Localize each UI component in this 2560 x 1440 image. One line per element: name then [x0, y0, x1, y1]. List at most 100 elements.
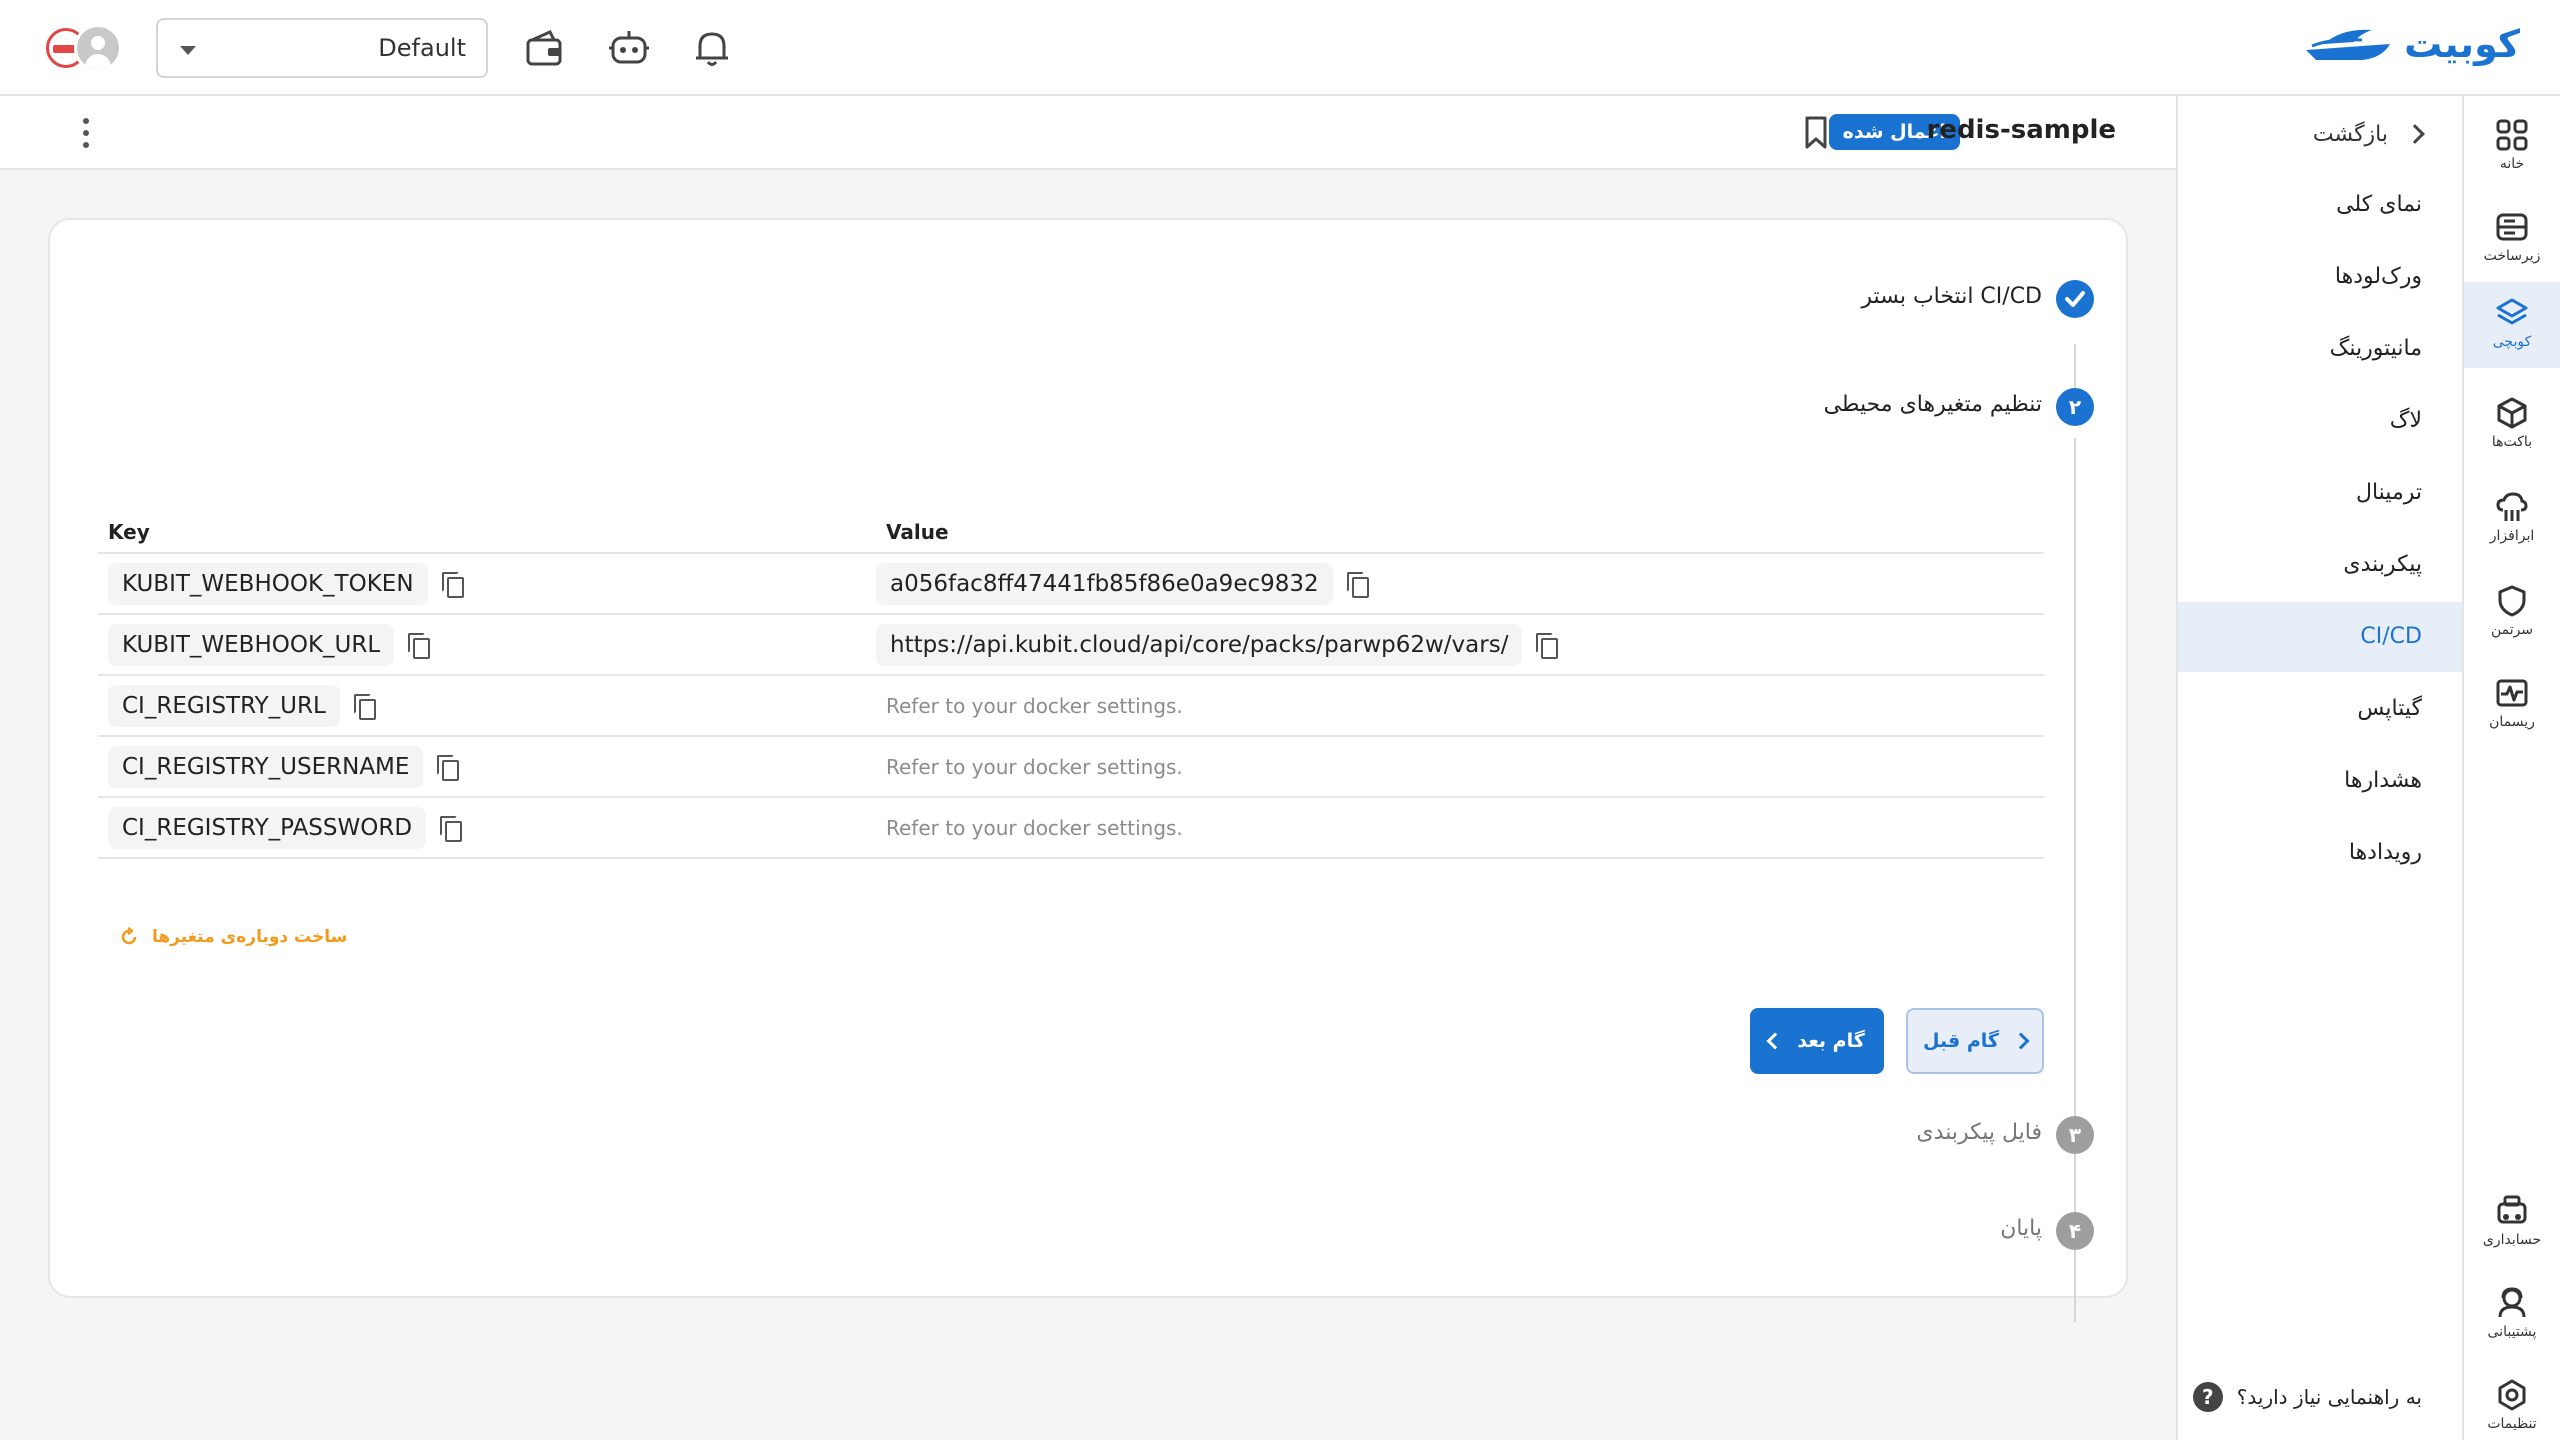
copy-icon[interactable] [437, 755, 460, 781]
rail-item-infrastructure[interactable]: زیرساخت [2464, 196, 2560, 282]
server-icon [2496, 213, 2528, 241]
table-row: CI_REGISTRY_PASSWORD Refer to your docke… [98, 798, 2044, 859]
value-column-header: Value [886, 520, 949, 544]
logo-text: کوبیت [2404, 22, 2520, 66]
var-value-hint: Refer to your docker settings. [886, 694, 1183, 718]
menu-item-alerts[interactable]: هشدارها [2178, 746, 2462, 816]
rail-item-cloudapp[interactable]: ابرافزار [2464, 476, 2560, 562]
var-value: https://api.kubit.cloud/api/core/packs/p… [876, 624, 1523, 666]
workspace-select[interactable]: Default [156, 18, 488, 78]
user-avatar[interactable] [46, 24, 122, 72]
settings-icon [2498, 1379, 2526, 1411]
kubit-logo[interactable]: کوبیت [2302, 22, 2520, 66]
rail-item-settings[interactable]: تنظیمات [2464, 1364, 2560, 1440]
rail-label: کوبچی [2492, 334, 2532, 350]
step-2-label[interactable]: تنظیم متغیرهای محیطی [1824, 392, 2042, 417]
rail-item-support[interactable]: پشتیبانی [2464, 1272, 2560, 1358]
menu-item-gitops[interactable]: گیتاپس [2178, 674, 2462, 744]
app-title: redis-sample [1926, 115, 2116, 145]
back-button[interactable]: بازگشت [2312, 114, 2425, 154]
cube-icon [2497, 397, 2527, 429]
step-3-number: ۳ [2056, 1116, 2094, 1154]
menu-item-logs[interactable]: لاگ [2178, 386, 2462, 456]
chevron-left-icon [1766, 1032, 1784, 1050]
chevron-down-icon [180, 46, 196, 55]
menu-item-overview[interactable]: نمای کلی [2178, 170, 2462, 240]
menu-item-terminal[interactable]: ترمینال [2178, 458, 2462, 528]
pulse-icon [2496, 679, 2528, 707]
rail-item-billing[interactable]: حسابداری [2464, 1180, 2560, 1266]
rail-label: حسابداری [2482, 1232, 2542, 1248]
var-key: CI_REGISTRY_URL [108, 685, 340, 727]
key-column-header: Key [108, 520, 150, 544]
billing-icon [2497, 1195, 2527, 1224]
rail-item-sartaman[interactable]: سرتمن [2464, 570, 2560, 656]
stepper-line [2074, 1164, 2076, 1206]
step-4-label[interactable]: پایان [2000, 1216, 2042, 1241]
menu-item-monitoring[interactable]: مانیتورینگ [2178, 314, 2462, 384]
copy-icon[interactable] [441, 572, 464, 598]
rail-item-risman[interactable]: ریسمان [2464, 662, 2560, 748]
home-grid-icon [2496, 119, 2528, 151]
help-label: به راهنمایی نیاز دارید؟ [2236, 1385, 2422, 1409]
rail-label: ریسمان [2489, 714, 2535, 730]
support-icon [2498, 1287, 2526, 1318]
app-header: اعمال شده redis-sample [0, 96, 2176, 170]
rail-label: تنظیمات [2487, 1416, 2537, 1432]
table-row: KUBIT_WEBHOOK_TOKEN a056fac8ff47441fb85f… [98, 554, 2044, 615]
rail-item-home[interactable]: خانه [2464, 104, 2560, 190]
prev-step-label: گام قبل [1923, 1030, 1999, 1052]
rail-label: باکت‌ها [2491, 434, 2533, 450]
step-3-label[interactable]: فایل پیکربندی [1916, 1120, 2042, 1145]
menu-item-cicd[interactable]: CI/CD [2178, 602, 2462, 672]
wallet-icon[interactable] [522, 26, 566, 70]
avatar-icon [74, 24, 122, 72]
chevron-right-icon [2012, 1032, 2030, 1050]
prev-step-button[interactable]: گام قبل [1906, 1008, 2044, 1074]
robot-icon[interactable] [607, 26, 651, 70]
table-header: Key Value [98, 510, 2044, 554]
copy-icon[interactable] [1536, 633, 1559, 659]
more-vertical-icon[interactable] [74, 116, 98, 150]
rail-label: ابرافزار [2489, 528, 2535, 544]
menu-item-configuration[interactable]: پیکربندی [2178, 530, 2462, 600]
chevron-right-icon [2405, 124, 2425, 144]
copy-icon[interactable] [353, 694, 376, 720]
copy-icon[interactable] [440, 816, 463, 842]
help-link[interactable]: ? به راهنمایی نیاز دارید؟ [2192, 1382, 2422, 1412]
rail-label: خانه [2499, 156, 2525, 172]
var-value: a056fac8ff47441fb85f86e0a9ec9832 [876, 563, 1333, 605]
bell-icon[interactable] [690, 26, 734, 70]
rail-item-kubchi[interactable]: کوبچی [2464, 282, 2560, 368]
workspace-value: Default [378, 34, 466, 62]
regenerate-vars-button[interactable]: ساخت دوباره‌ی متغیرها [118, 926, 347, 948]
bookmark-icon[interactable] [1802, 115, 1830, 151]
menu-item-workloads[interactable]: ورک‌لودها [2178, 242, 2462, 312]
cicd-wizard-card: انتخاب بستر CI/CD ۲ تنظیم متغیرهای محیطی… [48, 218, 2128, 1322]
cloud-app-icon [2496, 492, 2528, 521]
next-step-button[interactable]: گام بعد [1750, 1008, 1884, 1074]
stepper-line [2074, 344, 2076, 388]
env-vars-table: Key Value KUBIT_WEBHOOK_TOKEN a056fac8ff… [98, 510, 2044, 859]
rail-item-buckets[interactable]: باکت‌ها [2464, 382, 2560, 468]
step-4-number: ۴ [2056, 1212, 2094, 1250]
var-value-hint: Refer to your docker settings. [886, 816, 1183, 840]
back-label: بازگشت [2312, 121, 2388, 147]
icon-rail: خانه زیرساخت کوبچی باکت‌ها ابرافزار [2462, 96, 2560, 1440]
table-row: KUBIT_WEBHOOK_URL https://api.kubit.clou… [98, 615, 2044, 676]
step-done-check-icon [2056, 280, 2094, 318]
table-row: CI_REGISTRY_USERNAME Refer to your docke… [98, 737, 2044, 798]
menu-item-events[interactable]: رویدادها [2178, 818, 2462, 888]
regenerate-label: ساخت دوباره‌ی متغیرها [152, 927, 348, 947]
var-key: CI_REGISTRY_USERNAME [108, 746, 424, 788]
copy-icon[interactable] [408, 633, 431, 659]
rail-label: پشتیبانی [2487, 1324, 2537, 1340]
copy-icon[interactable] [1346, 572, 1369, 598]
step-1-label[interactable]: انتخاب بستر CI/CD [1861, 284, 2042, 309]
var-key: KUBIT_WEBHOOK_TOKEN [108, 563, 428, 605]
side-menu: بازگشت نمای کلی ورک‌لودها مانیتورینگ لاگ… [2176, 96, 2462, 1440]
shield-icon [2498, 585, 2526, 617]
var-key: CI_REGISTRY_PASSWORD [108, 807, 427, 849]
next-step-label: گام بعد [1797, 1030, 1865, 1052]
layers-icon [2496, 298, 2528, 325]
